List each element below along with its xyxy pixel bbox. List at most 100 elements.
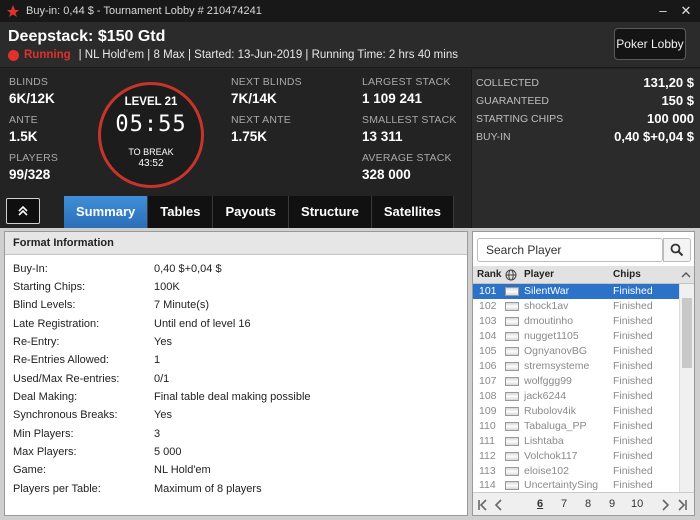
player-name: dmoutinho <box>524 315 574 327</box>
collapse-header-button[interactable] <box>6 198 40 224</box>
close-button[interactable]: ✕ <box>677 2 695 20</box>
page-link[interactable]: 7 <box>561 498 567 510</box>
format-row: Late Registration: Until end of level 16 <box>13 315 453 333</box>
previous-page-icon[interactable] <box>493 499 505 511</box>
page-link[interactable]: 8 <box>585 498 591 510</box>
first-page-icon[interactable] <box>477 499 489 511</box>
player-row[interactable]: 114 UncertaintySing Finished <box>473 478 679 493</box>
format-row: Used/Max Re-entries: 0/1 <box>13 370 453 388</box>
format-value: 100K <box>154 281 180 293</box>
format-key: Re-Entries Allowed: <box>13 354 109 366</box>
player-row[interactable]: 111 Lishtaba Finished <box>473 434 679 449</box>
level-number: LEVEL 21 <box>124 96 178 108</box>
rank-column-header[interactable]: Rank <box>477 269 501 280</box>
player-row[interactable]: 102 shock1av Finished <box>473 299 679 314</box>
format-key: Players per Table: <box>13 483 101 495</box>
player-name: OgnyanovBG <box>524 345 588 357</box>
player-name: SilentWar <box>524 285 570 297</box>
flag-icon <box>505 422 519 431</box>
players-table-header: Rank Player Chips <box>473 266 694 284</box>
flag-icon <box>505 467 519 476</box>
player-chips: Finished <box>613 300 653 312</box>
format-row: Buy-In: 0,40 $+0,04 $ <box>13 260 453 278</box>
poker-lobby-button[interactable]: Poker Lobby <box>614 28 686 60</box>
next-ante-value: 1.75K <box>231 129 268 144</box>
player-row[interactable]: 112 Volchok117 Finished <box>473 449 679 464</box>
format-key: Game: <box>13 464 47 476</box>
player-chips: Finished <box>613 330 653 342</box>
player-rank: 105 <box>479 345 497 357</box>
starting-chips-label: STARTING CHIPS <box>476 113 564 125</box>
player-row[interactable]: 109 Rubolov4ik Finished <box>473 404 679 419</box>
player-row[interactable]: 103 dmoutinho Finished <box>473 314 679 329</box>
players-scrollbar[interactable] <box>679 284 694 492</box>
to-break-timer: 43:52 <box>138 158 164 169</box>
search-button[interactable] <box>663 238 691 262</box>
last-page-icon[interactable] <box>676 499 688 511</box>
flag-icon <box>505 392 519 401</box>
players-label: PLAYERS <box>9 152 59 164</box>
player-name: Lishtaba <box>524 435 564 447</box>
chips-column-header[interactable]: Chips <box>613 269 641 280</box>
flag-icon <box>505 287 519 296</box>
format-value: Until end of level 16 <box>154 318 251 330</box>
chevron-up-icon[interactable] <box>681 271 691 279</box>
tournament-lobby-window: Buy-in: 0,44 $ - Tournament Lobby # 2104… <box>0 0 700 520</box>
window-title: Buy-in: 0,44 $ - Tournament Lobby # 2104… <box>26 5 262 17</box>
minimize-button[interactable]: – <box>654 2 672 20</box>
player-name: nugget1105 <box>524 330 579 342</box>
player-row[interactable]: 106 stremsysteme Finished <box>473 359 679 374</box>
player-name: Rubolov4ik <box>524 405 576 417</box>
players-panel: Search Player Rank Player Chips 101 Silen… <box>472 231 695 516</box>
tab-structure[interactable]: Structure <box>289 196 372 228</box>
flag-icon <box>505 452 519 461</box>
player-chips: Finished <box>613 435 653 447</box>
player-rank: 107 <box>479 375 497 387</box>
format-row: Synchronous Breaks: Yes <box>13 406 453 424</box>
title-bar: Buy-in: 0,44 $ - Tournament Lobby # 2104… <box>0 0 700 22</box>
next-page-icon[interactable] <box>659 499 671 511</box>
tab-satellites[interactable]: Satellites <box>371 196 454 228</box>
page-link[interactable]: 10 <box>631 498 643 510</box>
page-link[interactable]: 9 <box>609 498 615 510</box>
page-link-current[interactable]: 6 <box>537 498 543 510</box>
search-player-input[interactable]: Search Player <box>477 238 663 262</box>
player-row[interactable]: 104 nugget1105 Finished <box>473 329 679 344</box>
tab-payouts[interactable]: Payouts <box>213 196 290 228</box>
collected-value: 131,20 $ <box>643 75 694 90</box>
smallest-stack-label: SMALLEST STACK <box>362 114 457 126</box>
player-column-header[interactable]: Player <box>524 269 554 280</box>
player-row[interactable]: 101 SilentWar Finished <box>473 284 679 299</box>
tab-summary[interactable]: Summary <box>64 196 149 228</box>
format-row: Max Players: 5 000 <box>13 443 453 461</box>
player-rank: 113 <box>479 465 496 477</box>
player-row[interactable]: 107 wolfggg99 Finished <box>473 374 679 389</box>
player-name: Volchok117 <box>524 450 578 462</box>
format-key: Late Registration: <box>13 318 100 330</box>
largest-stack-value: 1 109 241 <box>362 91 423 106</box>
player-row[interactable]: 110 Tabaluga_PP Finished <box>473 419 679 434</box>
scrollbar-thumb[interactable] <box>682 298 692 368</box>
player-row[interactable]: 105 OgnyanovBG Finished <box>473 344 679 359</box>
player-chips: Finished <box>613 285 653 297</box>
status-running: Running <box>24 49 71 61</box>
guaranteed-row: GUARANTEED 150 $ <box>476 93 694 111</box>
blinds-label: BLINDS <box>9 76 49 88</box>
globe-icon[interactable] <box>505 269 517 281</box>
format-value: NL Hold'em <box>154 464 211 476</box>
collected-label: COLLECTED <box>476 77 540 89</box>
buyin-label: BUY-IN <box>476 131 511 143</box>
player-name: wolfggg99 <box>524 375 572 387</box>
average-stack-value: 328 000 <box>362 167 411 182</box>
players-value: 99/328 <box>9 167 51 182</box>
players-pagination: 6 7 8 9 10 <box>473 492 694 515</box>
format-value: 7 Minute(s) <box>154 299 210 311</box>
format-key: Synchronous Breaks: <box>13 409 118 421</box>
ante-value: 1.5K <box>9 129 38 144</box>
player-chips: Finished <box>613 405 653 417</box>
player-row[interactable]: 108 jack6244 Finished <box>473 389 679 404</box>
tab-tables[interactable]: Tables <box>148 196 214 228</box>
format-value: Yes <box>154 336 172 348</box>
format-value: 1 <box>154 354 161 366</box>
player-row[interactable]: 113 eloise102 Finished <box>473 464 679 479</box>
